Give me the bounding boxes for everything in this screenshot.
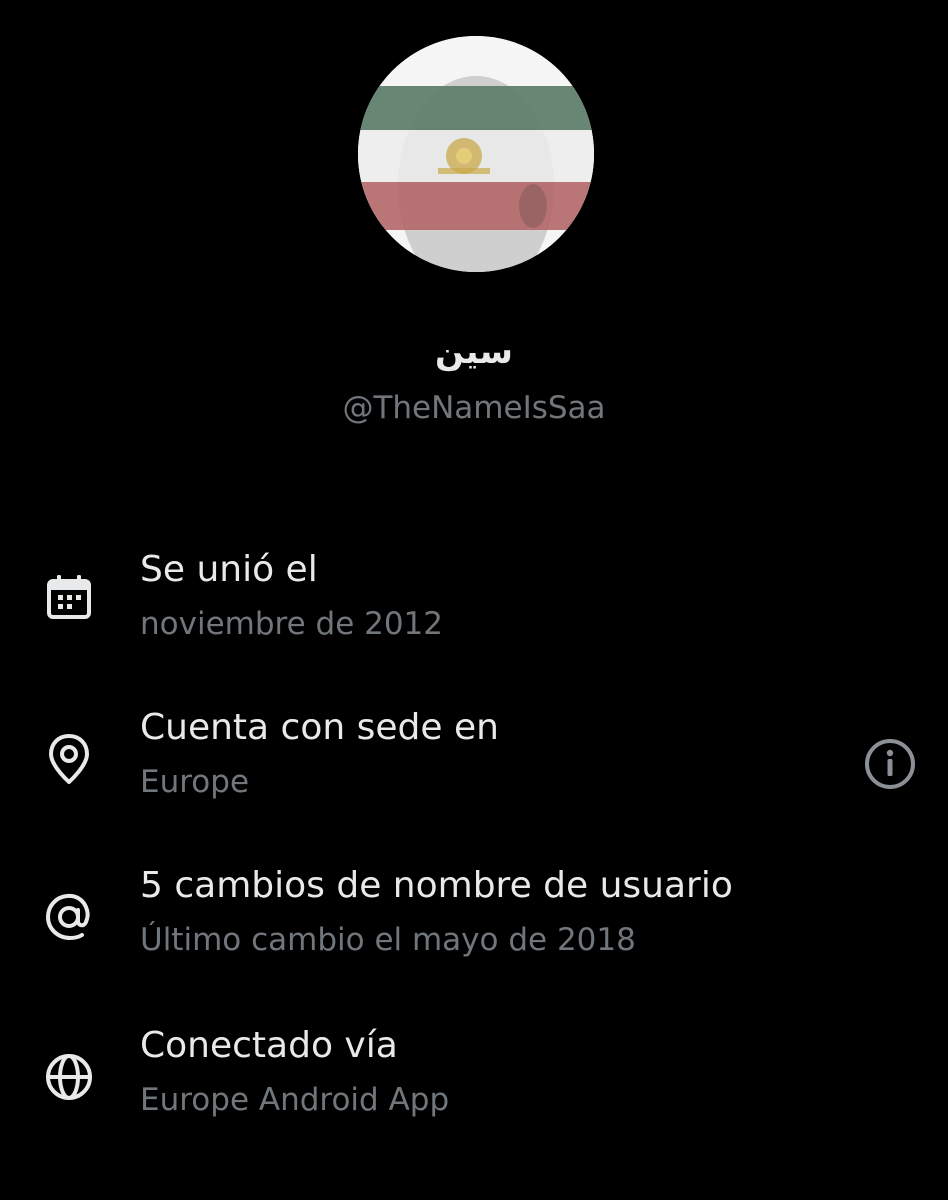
about-row-connected-via: Conectado vía Europe Android App xyxy=(0,1024,948,1144)
info-icon[interactable] xyxy=(862,736,918,792)
avatar-image xyxy=(358,36,594,272)
username-changes-title: 5 cambios de nombre de usuario xyxy=(140,865,733,906)
at-sign-icon xyxy=(40,888,98,946)
about-row-username-changes: 5 cambios de nombre de usuario Último ca… xyxy=(0,864,948,984)
location-value: Europe xyxy=(140,764,250,800)
calendar-icon xyxy=(40,568,98,626)
location-title: Cuenta con sede en xyxy=(140,707,499,748)
joined-title: Se unió el xyxy=(140,549,318,590)
globe-icon xyxy=(40,1048,98,1106)
about-row-location: Cuenta con sede en Europe xyxy=(0,706,948,826)
about-row-joined: Se unió el noviembre de 2012 xyxy=(0,548,948,668)
connected-via-title: Conectado vía xyxy=(140,1025,398,1066)
profile-avatar[interactable] xyxy=(358,36,594,272)
joined-date: noviembre de 2012 xyxy=(140,606,444,642)
connected-via-value: Europe Android App xyxy=(140,1082,450,1118)
username-last-change: Último cambio el mayo de 2018 xyxy=(140,922,636,958)
profile-display-name: سين xyxy=(435,332,513,372)
location-pin-icon xyxy=(40,730,98,788)
profile-handle: @TheNameIsSaa xyxy=(342,390,606,426)
